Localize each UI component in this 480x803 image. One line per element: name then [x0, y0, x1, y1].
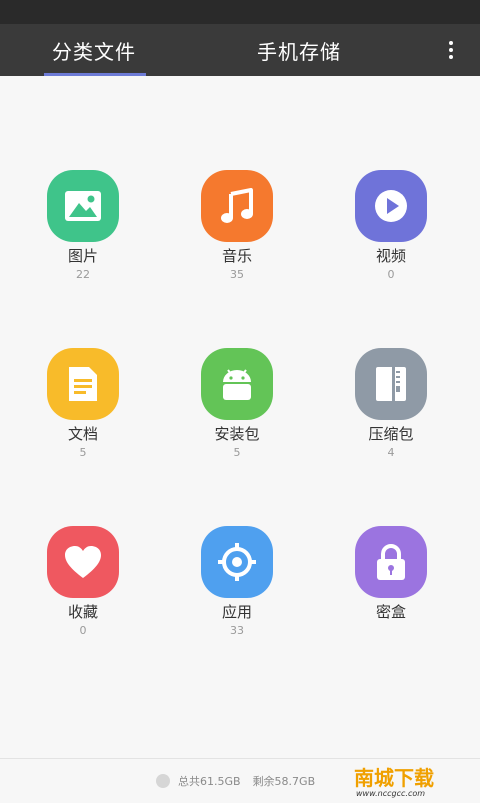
watermark-logo: 南城下载 www.nccgcc.com: [350, 763, 470, 799]
storage-summary: 总共61.5GB 剩余58.7GB: [156, 773, 315, 789]
storage-footer: 总共61.5GB 剩余58.7GB 南城下载 www.nccgcc.com: [0, 758, 480, 801]
image-icon: [47, 170, 119, 242]
zip-archive-icon: [355, 348, 427, 420]
watermark-text: 南城下载: [354, 766, 434, 790]
category-count: 0: [387, 268, 395, 281]
storage-disk-icon: [156, 774, 170, 788]
category-count: 33: [230, 624, 244, 637]
music-note-icon: [201, 170, 273, 242]
status-bar: [0, 0, 480, 24]
category-count: 35: [230, 268, 244, 281]
tab-phone-storage[interactable]: 手机存储: [244, 24, 354, 76]
storage-total: 总共61.5GB: [178, 775, 241, 788]
app-bar: 分类文件 手机存储: [0, 24, 480, 76]
category-favorites[interactable]: 收藏 0: [23, 526, 143, 656]
category-count: 22: [76, 268, 90, 281]
android-icon: [201, 348, 273, 420]
tab-indicator: [44, 73, 146, 76]
category-videos[interactable]: 视频 0: [331, 170, 451, 300]
category-label: 文档: [67, 425, 98, 443]
category-secure-box[interactable]: 密盒: [331, 526, 451, 656]
category-documents[interactable]: 文档 5: [23, 348, 143, 478]
watermark-url: www.nccgcc.com: [356, 789, 425, 798]
category-label: 音乐: [221, 247, 252, 265]
category-apps[interactable]: 应用 33: [177, 526, 297, 656]
category-label: 图片: [67, 247, 98, 265]
more-options-icon[interactable]: [446, 40, 456, 62]
app-gear-icon: [201, 526, 273, 598]
heart-icon: [47, 526, 119, 598]
tab-category-files[interactable]: 分类文件: [40, 24, 148, 76]
document-icon: [47, 348, 119, 420]
category-label: 密盒: [375, 603, 406, 621]
category-apk-packages[interactable]: 安装包 5: [177, 348, 297, 478]
storage-free: 剩余58.7GB: [252, 775, 316, 788]
category-label: 收藏: [67, 603, 98, 621]
category-count: 0: [79, 624, 87, 637]
video-play-icon: [355, 170, 427, 242]
category-music[interactable]: 音乐 35: [177, 170, 297, 300]
category-archives[interactable]: 压缩包 4: [331, 348, 451, 478]
category-label: 应用: [221, 603, 252, 621]
category-count: 4: [387, 446, 395, 459]
category-label: 视频: [375, 247, 406, 265]
category-label: 安装包: [214, 425, 260, 443]
category-label: 压缩包: [368, 425, 414, 443]
lock-icon: [355, 526, 427, 598]
category-count: 5: [79, 446, 87, 459]
category-count: 5: [233, 446, 241, 459]
category-images[interactable]: 图片 22: [23, 170, 143, 300]
